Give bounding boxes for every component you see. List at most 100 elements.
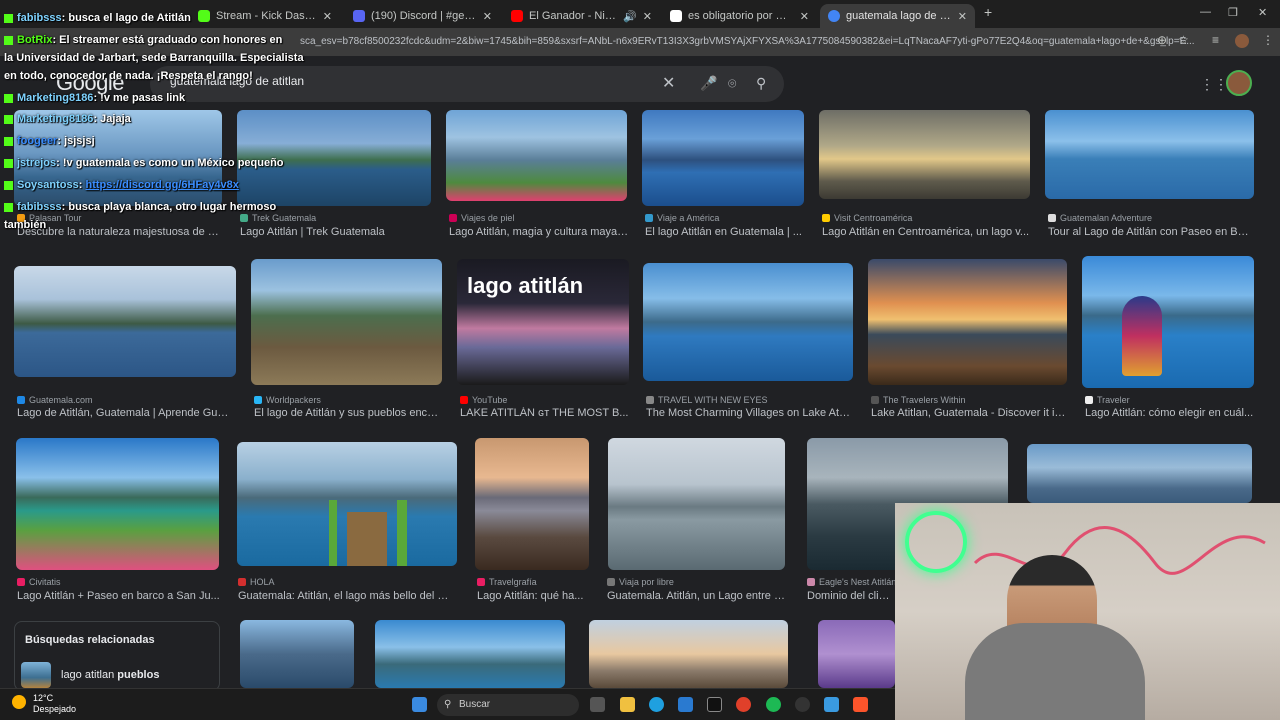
store-icon[interactable] [678,697,693,712]
result-image[interactable] [446,110,627,201]
zoom-icon[interactable]: ⊕ [1157,33,1167,47]
apps-grid-icon[interactable]: ⋮⋮ [1200,76,1228,93]
result-image[interactable] [643,263,853,381]
result-title[interactable]: LAKE ATITLÁN ɢт THE MOST B... [460,407,630,419]
result-source[interactable]: Viaja por libre [607,577,785,587]
taskbar-search[interactable]: ⚲ Buscar [437,694,579,716]
profile-avatar-icon[interactable] [1235,34,1249,48]
result-source[interactable]: Guatemala.com [17,395,232,405]
result-source[interactable]: Travelgrafía [477,577,589,587]
tab-discord[interactable]: (190) Discord | #general | Soysa ✕ [345,4,500,28]
result-image[interactable] [237,442,457,566]
result-image[interactable] [14,110,222,206]
close-icon[interactable]: ✕ [800,10,809,23]
result-title[interactable]: Guatemala: Atitlán, el lago más bello de… [238,590,456,602]
result-image[interactable] [608,438,785,570]
result-source[interactable]: Visit Centroamérica [822,213,1027,223]
result-image[interactable] [1027,444,1252,503]
site-icon [17,578,25,586]
result-source[interactable]: Viajes de piel [449,213,629,223]
tab-google-atitlan[interactable]: guatemala lago de atitlan - Bus ✕ [820,4,975,28]
avatar[interactable] [1226,70,1252,96]
more-menu-icon[interactable]: ⋮ [1262,33,1274,47]
search-box[interactable]: ✕ 🎤 ⌾ ⚲ [150,66,784,102]
result-title[interactable]: Lago Atitlán | Trek Guatemala [240,226,432,238]
minimize-icon[interactable]: — [1200,6,1211,18]
result-source[interactable]: Trek Guatemala [240,213,430,223]
result-source[interactable]: Civitatis [17,577,217,587]
google-logo[interactable]: Google [56,70,124,96]
file-explorer-icon[interactable] [620,697,635,712]
result-source[interactable]: TRAVEL WITH NEW EYES [646,395,851,405]
result-source[interactable]: Guatemalan Adventure [1048,213,1253,223]
result-image[interactable] [240,620,354,688]
result-title[interactable]: Lago Atitlán en Centroamérica, un lago v… [822,226,1030,238]
result-title[interactable]: Lago Atitlán: qué ha... [477,590,589,602]
result-title[interactable]: Lago Atitlán: cómo elegir en cuál... [1085,407,1255,419]
result-title[interactable]: Lago de Atitlán, Guatemala | Aprende Gua… [17,407,232,419]
result-image[interactable] [14,266,236,377]
result-image[interactable] [251,259,442,385]
result-title[interactable]: Tour al Lago de Atitlán con Paseo en Bot… [1048,226,1253,238]
close-icon[interactable]: ✕ [643,10,652,23]
camera-lens-icon[interactable]: ⌾ [728,75,736,92]
result-image[interactable] [475,438,589,570]
edge-icon[interactable] [649,697,664,712]
tab-google-whatsapp[interactable]: es obligatorio por whatsapp en ✕ [662,4,817,28]
result-title[interactable]: Descubre la naturaleza majestuosa de G..… [17,226,222,238]
result-source[interactable]: Traveler [1085,395,1255,405]
search-input[interactable] [170,74,630,88]
result-image[interactable] [868,259,1067,385]
close-icon[interactable]: ✕ [483,10,492,23]
result-title[interactable]: The Most Charming Villages on Lake Atitl… [646,407,851,419]
windows-start-icon[interactable] [412,697,427,712]
result-image[interactable] [16,438,219,570]
yahoo-icon[interactable] [707,697,722,712]
result-image[interactable] [589,620,788,688]
result-title[interactable]: Dominio del clima ... [807,590,895,602]
result-image[interactable] [237,110,431,206]
microphone-icon[interactable]: 🎤 [700,75,717,92]
maximize-icon[interactable]: ❐ [1228,6,1238,19]
brave-icon[interactable] [853,697,868,712]
result-image[interactable] [1082,256,1254,388]
result-source[interactable]: YouTube [460,395,630,405]
result-source[interactable]: Eagle's Nest Atitlán [807,577,897,587]
result-source[interactable]: Palasan Tour [17,213,217,223]
obs-icon[interactable] [795,697,810,712]
result-source[interactable]: Viaje a América [645,213,805,223]
result-title[interactable]: Lago Atitlán + Paseo en barco a San Ju..… [17,590,222,602]
result-image[interactable]: lago atitlán [457,259,629,385]
result-source[interactable]: HOLA [238,577,453,587]
result-source[interactable]: The Travelers Within [871,395,1067,405]
result-image[interactable] [1045,110,1254,199]
weather-widget[interactable]: 12°C Despejado [12,693,76,715]
result-title[interactable]: El lago de Atitlán y sus pueblos enca... [254,407,442,419]
close-icon[interactable]: ✕ [323,10,332,23]
result-image[interactable] [375,620,565,688]
chrome-icon[interactable] [736,697,751,712]
result-image[interactable] [818,620,895,688]
result-image[interactable] [642,110,804,206]
close-icon[interactable]: ✕ [958,10,967,23]
tab-kick-dashboard[interactable]: Stream - Kick Dashboard ✕ [190,4,340,28]
notepad-icon[interactable] [824,697,839,712]
spotify-icon[interactable] [766,697,781,712]
close-window-icon[interactable]: ✕ [1258,6,1267,19]
url-text[interactable]: sca_esv=b78cf8500232fcdc&udm=2&biw=1745&… [300,31,1200,53]
result-image[interactable] [819,110,1030,199]
bookmark-star-icon[interactable]: ☆ [1178,33,1189,47]
result-title[interactable]: Guatemala. Atitlán, un Lago entre V... [607,590,785,602]
speaker-icon[interactable]: 🔊 [623,10,637,23]
result-source[interactable]: Worldpackers [254,395,442,405]
result-title[interactable]: El lago Atitlán en Guatemala | ... [645,226,805,238]
media-icon[interactable]: ≡ [1212,33,1219,47]
clear-icon[interactable]: ✕ [662,73,675,93]
search-icon[interactable]: ⚲ [756,75,766,92]
result-title[interactable]: Lake Atitlan, Guatemala - Discover it in… [871,407,1067,419]
related-item[interactable]: lago atitlan pueblos [21,662,159,688]
tab-youtube[interactable]: El Ganador - Nicky Jam | Vi 🔊 ✕ [503,4,660,28]
result-title[interactable]: Lago Atitlán, magia y cultura maya ... [449,226,629,238]
new-tab-icon[interactable]: + [984,4,992,20]
task-view-icon[interactable] [590,697,605,712]
